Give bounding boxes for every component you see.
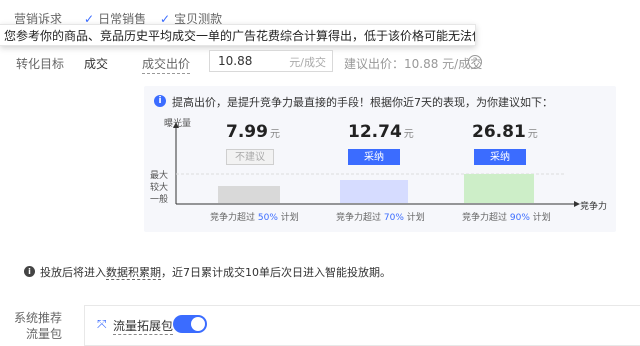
data-accumulation-link[interactable]: 数据积累期 — [106, 266, 161, 280]
option-price-3: 26.81 元 — [472, 122, 538, 142]
competition-bar-3 — [464, 174, 534, 203]
adopt-button-3[interactable]: 采纳 — [474, 149, 526, 165]
bid-input-unit: 元/成交 — [289, 56, 326, 69]
competition-bar-2 — [340, 180, 408, 203]
conversion-target-label: 转化目标 — [16, 57, 65, 71]
option-price-2: 12.74 元 — [348, 122, 414, 142]
bid-label: 成交出价 — [142, 55, 191, 74]
bid-suggestion-panel: i 提高出价，是提升竞争力最直接的手段！根据你近7天的表现，为你建议如下： 曝光… — [144, 86, 616, 232]
note-suffix: ，近7日累计成交10单后次日进入智能投放期。 — [161, 266, 391, 279]
info-circle-icon: i — [24, 266, 35, 277]
option-caption-1: 竞争力超过 50% 计划 — [210, 213, 299, 223]
conversion-target-value: 成交 — [84, 57, 109, 71]
option-caption-2: 竞争力超过 70% 计划 — [336, 213, 425, 223]
traffic-pack-label: 流量包 — [26, 327, 63, 341]
y-level-normal: 一般 — [150, 195, 169, 205]
traffic-pack-box: ⤧ 流量拓展包 — [84, 305, 640, 346]
option-price-1: 7.99 元 — [226, 122, 280, 142]
suggested-bid: 建议出价：10.88 元/成交 — [344, 57, 483, 71]
option-caption-3: 竞争力超过 90% 计划 — [462, 213, 551, 223]
note-prefix: 投放后将进入 — [40, 266, 106, 279]
x-axis-title: 竞争力 — [580, 202, 608, 212]
bid-input[interactable]: 10.88 元/成交 — [209, 50, 333, 72]
toggle-knob — [191, 317, 205, 331]
traffic-pack-toggle[interactable] — [173, 315, 207, 333]
not-recommended-button[interactable]: 不建议 — [226, 149, 274, 165]
question-circle-icon[interactable]: ? — [468, 55, 482, 69]
bid-tooltip: 您参考你的商品、竞品历史平均成交一单的广告花费综合计算得出，低于该价格可能无法保… — [0, 24, 476, 46]
bid-input-value: 10.88 — [218, 54, 253, 68]
expand-arrows-icon: ⤧ — [97, 317, 107, 331]
adopt-button-2[interactable]: 采纳 — [348, 149, 400, 165]
system-recommend-label: 系统推荐 — [14, 311, 63, 325]
data-accumulation-note: 投放后将进入数据积累期，近7日累计成交10单后次日进入智能投放期。 — [40, 264, 391, 280]
traffic-expansion-pack-label: 流量拓展包 — [113, 319, 174, 335]
competition-bar-1 — [218, 186, 280, 203]
